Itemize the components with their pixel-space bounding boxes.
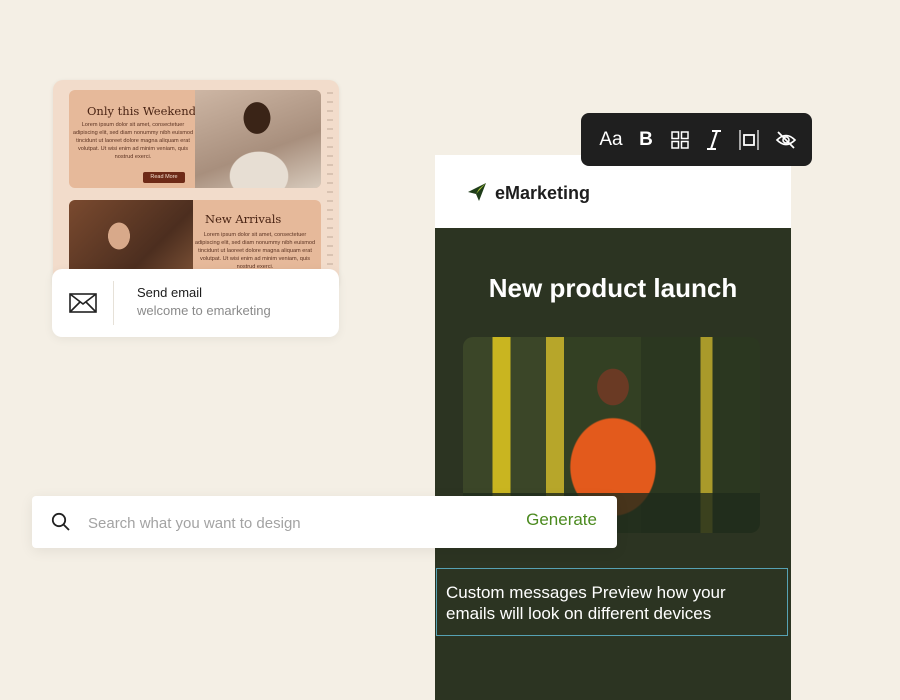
promo-body: Lorem ipsum dolor sit amet, consectetuer… bbox=[194, 232, 316, 270]
promo-photo-man bbox=[195, 90, 321, 188]
email-headline[interactable]: New product launch bbox=[435, 273, 791, 304]
visibility-button[interactable] bbox=[773, 127, 799, 153]
generate-button[interactable]: Generate bbox=[526, 510, 597, 530]
font-size-icon: Aa bbox=[599, 129, 623, 150]
email-caption[interactable]: Custom messages Preview how your emails … bbox=[446, 582, 776, 624]
promo-body: Lorem ipsum dolor sit amet, consectetuer… bbox=[72, 122, 194, 160]
envelope-icon bbox=[69, 293, 97, 313]
search-input[interactable] bbox=[86, 510, 470, 536]
design-search-bar: Generate bbox=[32, 496, 617, 548]
frame-icon bbox=[739, 130, 759, 150]
brand-name: eMarketing bbox=[495, 183, 591, 203]
template-scroll-indicator bbox=[327, 92, 333, 272]
send-email-card[interactable]: Send email welcome to emarketing bbox=[52, 269, 339, 337]
send-email-title: Send email bbox=[137, 285, 203, 300]
italic-button[interactable] bbox=[702, 127, 726, 153]
promo-title: Only this Weekend bbox=[87, 104, 196, 118]
frame-button[interactable] bbox=[736, 127, 762, 153]
grid-icon bbox=[671, 131, 689, 149]
email-template-preview[interactable]: Only this Weekend Lorem ipsum dolor sit … bbox=[53, 80, 339, 290]
grid-button[interactable] bbox=[667, 127, 693, 153]
format-toolbar: Aa B bbox=[581, 113, 812, 166]
promo-title: New Arrivals bbox=[205, 212, 282, 226]
divider bbox=[113, 281, 114, 325]
eye-off-icon bbox=[775, 131, 797, 149]
font-size-button[interactable]: Aa bbox=[596, 127, 626, 153]
send-email-subtitle: welcome to emarketing bbox=[137, 303, 271, 318]
selected-text-block[interactable]: Custom messages Preview how your emails … bbox=[436, 568, 788, 636]
search-icon bbox=[51, 512, 70, 531]
brand-logo-icon bbox=[468, 183, 486, 201]
bold-button[interactable]: B bbox=[634, 127, 658, 153]
bold-icon: B bbox=[639, 129, 653, 150]
italic-icon bbox=[707, 130, 721, 150]
mobile-email-preview: eMarketing New product launch Custom mes… bbox=[435, 155, 791, 700]
read-more-button[interactable]: Read More bbox=[143, 172, 185, 183]
promo-block-weekend: Only this Weekend Lorem ipsum dolor sit … bbox=[69, 90, 321, 188]
